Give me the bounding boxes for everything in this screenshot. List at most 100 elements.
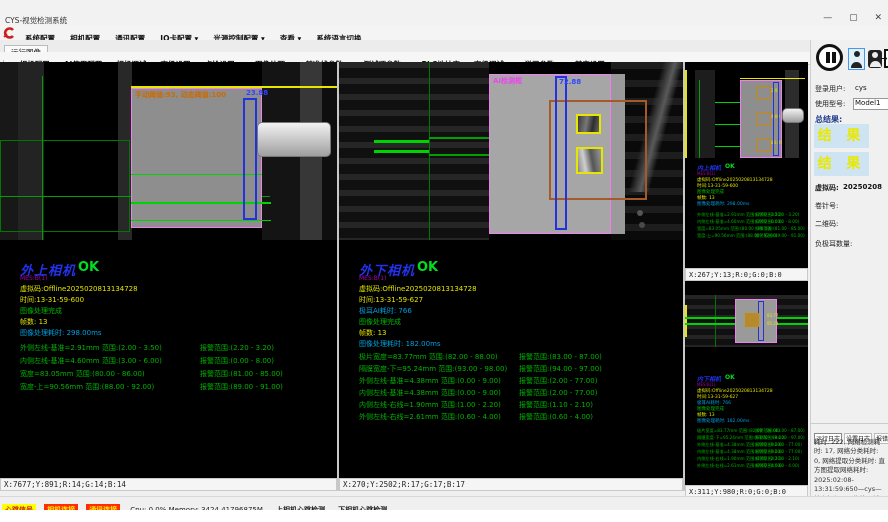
model-label: 使用型号: <box>815 99 845 109</box>
qr-code-label: 二维码: <box>815 219 838 229</box>
processing-elapsed: 图像处理耗时: 298.00ms <box>697 201 749 207</box>
ai-box-label: AI检测框 <box>493 76 522 86</box>
blue-roi-box <box>555 76 567 230</box>
alarm-range: 报警范围:(2.00 - 77.00) <box>519 376 597 386</box>
outer-bottom-image-canvas[interactable]: AI检测框 72.88 <box>339 62 683 240</box>
processing-done-label: 图像处理完成 <box>20 306 62 316</box>
minimize-button[interactable]: — <box>823 13 832 23</box>
alarm-range: 报警范围:(2.00 - 77.00) <box>755 449 802 455</box>
cursor-pixel-info: X:267;Y:13;R:0;G:0;B:0 <box>689 271 782 279</box>
camera-result-ok: OK <box>725 374 735 381</box>
mes-label: MES:B(1) <box>697 171 715 176</box>
cursor-pixel-info: X:311;Y:980;R:0;G:0;B:0 <box>689 488 786 496</box>
bolt-hole <box>639 222 645 228</box>
measure-green-line <box>131 220 271 221</box>
orange-marker-box <box>757 138 771 152</box>
pause-icon <box>832 52 836 63</box>
window-title: CYS-视觉检测系统 <box>5 15 67 26</box>
alarm-range: 报警范围:(0.60 - 4.00) <box>755 463 799 469</box>
measure-row: 宽度=83.05mm 范围:(80.00 - 86.00) <box>20 369 145 379</box>
inner-top-image-canvas[interactable]: 2.91 4.60 83.05 <box>685 70 808 158</box>
titlebar: CYS-视觉检测系统 — ▢ ✕ <box>0 0 888 27</box>
mes-label: MES:B(1) <box>20 275 47 282</box>
alarm-range: 报警范围:(2.20 - 3.20) <box>755 212 799 218</box>
alarm-range: 报警范围:(2.20 - 3.20) <box>200 343 274 353</box>
control-panel: ➜ 登录用户: cys 使用型号: Model1 总结果: 结 果 结 果 虚拟… <box>810 40 888 496</box>
mes-label: MES:B(1) <box>359 275 386 282</box>
machine-stripe <box>695 70 715 158</box>
operator-button[interactable] <box>868 50 882 68</box>
close-button[interactable]: ✕ <box>874 13 882 23</box>
virtual-barcode: 虚拟码:Offline2025020813134728 <box>359 284 477 294</box>
app-window: CYS-视觉检测系统 — ▢ ✕ 系统配置 相机配置 通讯配置 IO卡配置 ▾ … <box>0 0 888 522</box>
virtual-barcode: 虚拟码:Offline2025020813134728 <box>20 284 138 294</box>
measure-row: 内侧左线-基准=4.60mm 范围:(3.00 - 6.00) <box>20 356 162 366</box>
marker-value: 95.24 <box>767 321 778 326</box>
bright-green-segment <box>374 150 429 153</box>
user-login-button[interactable] <box>848 48 865 70</box>
cursor-pixel-info: X:270;Y:2502;R:17;G:17;B:17 <box>343 480 465 489</box>
alarm-range: 报警范围:(81.00 - 85.00) <box>755 226 805 232</box>
alarm-range: 报警范围:(1.10 - 2.10) <box>519 400 593 410</box>
alarm-range: 报警范围:(89.00 - 91.00) <box>200 382 283 392</box>
electrode-tab <box>257 122 331 157</box>
inner-top-statusbar: X:267;Y:13;R:0;G:0;B:0 <box>685 268 808 281</box>
alarm-range: 报警范围:(1.10 - 2.10) <box>755 456 799 462</box>
camera-result-ok: OK <box>725 163 735 170</box>
pause-button[interactable] <box>816 44 843 71</box>
user-icon <box>849 49 864 69</box>
alarm-range: 报警范围:(94.00 - 97.00) <box>755 435 805 441</box>
bolt-hole <box>637 210 643 216</box>
login-user-label: 登录用户: <box>815 84 845 94</box>
vertical-green-line <box>429 62 430 240</box>
inner-bottom-image-canvas[interactable]: 83.77 95.24 <box>685 295 808 347</box>
frame-count: 帧数: 13 <box>20 317 48 327</box>
processing-done-label: 图像处理完成 <box>359 317 401 327</box>
exit-button[interactable]: ➜ <box>884 49 888 68</box>
alarm-range: 报警范围:(0.60 - 4.00) <box>519 412 593 422</box>
alarm-range: 报警范围:(2.00 - 77.00) <box>755 442 802 448</box>
camera-view-outer-bottom: AI检测框 72.88 外下相机 OK MES:B(1) 虚拟码:Offline… <box>339 62 683 478</box>
measure-row: 隔膜宽度-下=95.24mm 范围:(93.00 - 98.00) <box>359 364 507 374</box>
measure-row: 内侧左线-基准=4.38mm 范围:(0.00 - 9.00) <box>359 388 501 398</box>
capture-time: 时间:13-31-59-600 <box>20 295 84 305</box>
pause-icon <box>826 52 830 63</box>
blue-roi-box <box>773 82 779 156</box>
camera-result-ok: OK <box>78 260 99 275</box>
alarm-range: 报警范围:(89.00 - 91.00) <box>755 233 805 239</box>
tab-count-label: 负极耳数量: <box>815 239 852 249</box>
result-indicator-1: 结 果 <box>814 124 869 148</box>
marker-value: 83.77 <box>767 313 778 318</box>
outer-top-image-canvas[interactable]: 手动阈值:93, 动态阈值:100 23.88 <box>0 62 337 240</box>
camera-result-ok: OK <box>417 260 438 275</box>
measure-row: 极片宽度=83.77mm 范围:(82.00 - 88.00) <box>359 352 498 362</box>
camera-view-inner-bottom: 83.77 95.24 内下相机 OK MES:B(1) 虚拟码:Offline… <box>685 281 808 485</box>
green-roi-outline <box>0 140 130 232</box>
model-input[interactable]: Model1 <box>853 98 888 110</box>
frame-count: 帧数: 13 <box>359 328 387 338</box>
alarm-range: 报警范围:(83.00 - 87.00) <box>519 352 602 362</box>
processing-elapsed: 图像处理耗时: 298.00ms <box>20 328 102 338</box>
pin-number-label: 卷针号: <box>815 201 838 211</box>
tab-detect-box <box>576 147 603 174</box>
bottom-statusbar: 心跳信号 相机连接 通讯连接 Cpu: 0.0% Memory: 3424.41… <box>0 496 888 510</box>
blue-roi-value: 72.88 <box>559 78 581 86</box>
threshold-label: 手动阈值:93, 动态阈值:100 <box>135 90 226 100</box>
camera-view-outer-top: 手动阈值:93, 动态阈值:100 23.88 外上相机 OK MES:B(1)… <box>0 62 337 478</box>
orange-marker-box <box>745 313 759 327</box>
menu-bar: 系统配置 相机配置 通讯配置 IO卡配置 ▾ 光源控制配置 ▾ 查看 ▾ 系统语… <box>0 26 888 40</box>
blue-roi-box <box>243 98 257 220</box>
maximize-button[interactable]: ▢ <box>849 13 858 23</box>
measure-row: 外侧左线-右线=2.61mm 范围:(0.60 - 4.00) <box>359 412 501 422</box>
electrode-tab <box>782 108 804 123</box>
yellow-reference-line <box>740 78 805 79</box>
tab-detect-box <box>576 114 601 134</box>
processing-elapsed: 图像处理耗时: 182.00ms <box>697 418 749 424</box>
yellow-edge-line <box>685 70 687 158</box>
measure-row: 外侧左线-基准=4.38mm 范围:(0.00 - 9.00) <box>359 376 501 386</box>
app-logo-icon <box>3 27 15 39</box>
log-output[interactable]: 耗时: 222, 网络检测耗时: 17, 网络分类耗时: 0, 网络提取分类耗时… <box>814 438 886 496</box>
exit-arrow-icon: ➜ <box>881 54 888 63</box>
barcode-label: 虚拟码: <box>815 183 839 193</box>
outer-bottom-statusbar: X:270;Y:2502;R:17;G:17;B:17 <box>339 478 683 491</box>
